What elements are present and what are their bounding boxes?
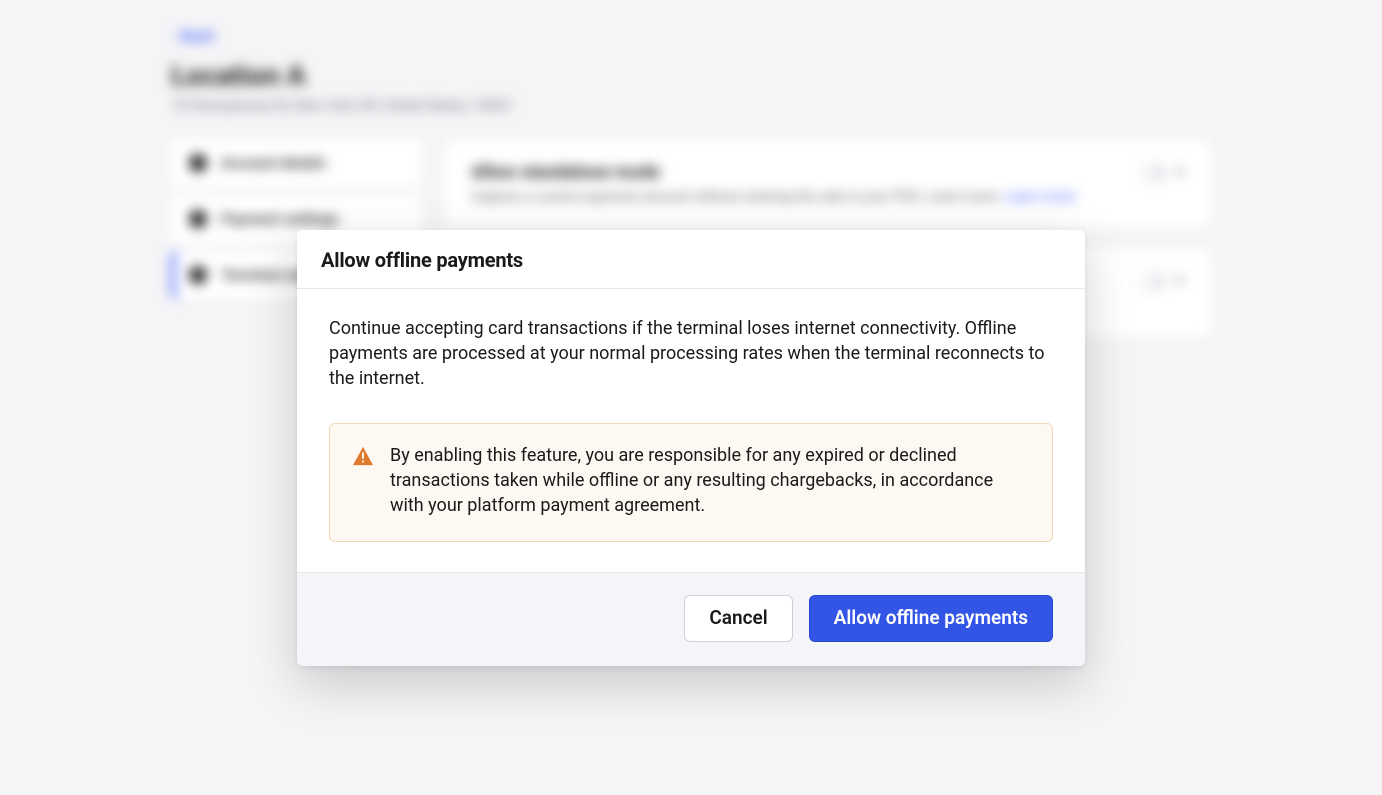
dialog-header: Allow offline payments [297, 230, 1085, 289]
dialog-footer: Cancel Allow offline payments [297, 572, 1085, 666]
dialog-description: Continue accepting card transactions if … [329, 317, 1053, 391]
allow-offline-payments-dialog: Allow offline payments Continue acceptin… [297, 230, 1085, 666]
warning-alert: By enabling this feature, you are respon… [329, 423, 1053, 541]
cancel-button[interactable]: Cancel [684, 595, 792, 642]
dialog-title: Allow offline payments [321, 248, 1061, 272]
warning-triangle-icon [352, 444, 374, 518]
confirm-button[interactable]: Allow offline payments [809, 595, 1053, 642]
warning-text: By enabling this feature, you are respon… [390, 444, 1030, 518]
dialog-body: Continue accepting card transactions if … [297, 289, 1085, 572]
